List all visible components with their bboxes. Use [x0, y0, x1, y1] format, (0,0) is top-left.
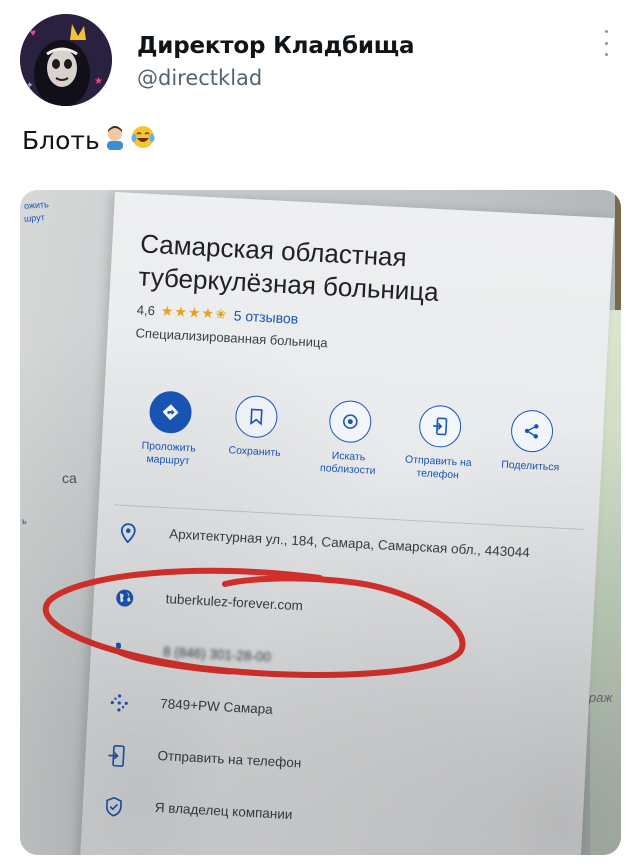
send-to-phone-icon [108, 744, 125, 767]
place-category: Специализированная больница [135, 325, 329, 351]
nun-avatar-image: ♥ ★ ✦ [20, 14, 112, 106]
verified-shield-icon [106, 796, 122, 817]
svg-text:★: ★ [94, 76, 103, 87]
directions-label: Проложить маршрут [141, 439, 197, 468]
avatar[interactable]: ♥ ★ ✦ [20, 14, 112, 106]
share-icon [524, 424, 539, 439]
laughing-tears-emoji [130, 124, 156, 156]
plus-code-icon [110, 694, 128, 712]
save-label: Сохранить [228, 444, 281, 460]
phone-icon [116, 642, 129, 657]
rating-value: 4,6 [136, 302, 156, 319]
nearby-search-icon [343, 414, 358, 429]
left-side-fragment: са [62, 470, 77, 486]
send-to-phone-button[interactable]: Отправить на телефон [392, 403, 486, 484]
address-row[interactable]: Архитектурная ул., 184, Самара, Самарска… [115, 522, 555, 565]
place-title: Самарская областная туберкулёзная больни… [137, 228, 440, 308]
reviews-link[interactable]: 5 отзывов [233, 307, 298, 326]
send-to-phone-text: Отправить на телефон [157, 748, 302, 771]
location-pin-icon [120, 523, 136, 544]
nearby-button[interactable]: Искать поблизости [302, 398, 396, 479]
share-button[interactable]: Поделиться [485, 408, 578, 476]
left-panel-fragment: шрут [23, 212, 46, 224]
plus-code-text: 7849+PW Самара [159, 696, 274, 717]
send-to-phone-row[interactable]: Отправить на телефон [103, 744, 544, 789]
place-card: Самарская областная туберкулёзная больни… [78, 192, 615, 855]
svg-text:✦: ✦ [26, 80, 34, 90]
claim-business-text: Я владелец компании [154, 799, 293, 823]
action-buttons: Проложить маршрут Сохранить Искать побли… [121, 389, 566, 512]
send-to-phone-icon [433, 417, 448, 436]
svg-text:♥: ♥ [30, 28, 36, 39]
bookmark-icon [250, 408, 263, 426]
address-text: Архитектурная ул., 184, Самара, Самарска… [168, 526, 531, 561]
plus-code-row[interactable]: 7849+PW Самара [106, 692, 546, 735]
rating-row: 4,6 ★★★★✬ 5 отзывов [136, 301, 298, 326]
phone-number[interactable]: 8 (846) 301-28-00 [163, 643, 272, 667]
website-row[interactable]: tuberkulez-forever.com [111, 587, 551, 630]
phone-row[interactable]: 8 (846) 301-28-00 [109, 640, 549, 681]
claim-business-row[interactable]: Я владелец компании [100, 796, 540, 839]
send-to-phone-label: Отправить на телефон [404, 453, 472, 482]
author-handle[interactable]: @directklad [137, 66, 262, 90]
directions-button[interactable]: Проложить маршрут [123, 389, 217, 470]
tweet-text: Блоть [22, 124, 156, 156]
tweet-text-body: Блоть [22, 125, 100, 155]
nearby-label: Искать поблизости [319, 449, 376, 478]
globe-icon [116, 589, 134, 607]
author-name[interactable]: Директор Кладбища [137, 33, 415, 59]
left-panel-fragment: ожить [23, 199, 50, 211]
directions-icon [162, 404, 179, 421]
more-options-icon[interactable] [596, 30, 616, 56]
tweet-photo[interactable]: ожить шрут са ь Вираж Самарская областна… [20, 190, 621, 855]
left-side-fragment: ь [21, 515, 28, 527]
save-button[interactable]: Сохранить [209, 393, 302, 461]
share-label: Поделиться [500, 458, 560, 474]
man-facepalming-emoji [102, 124, 128, 156]
website-link[interactable]: tuberkulez-forever.com [165, 590, 303, 615]
rating-stars-icon: ★★★★✬ [160, 302, 229, 323]
